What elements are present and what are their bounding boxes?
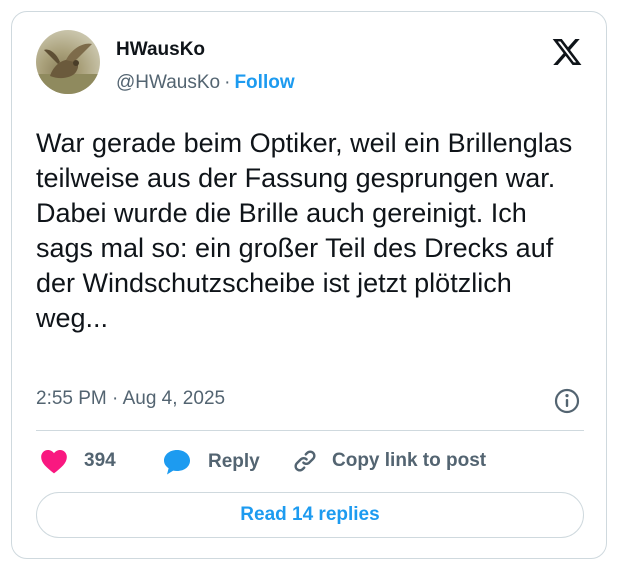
x-logo-icon[interactable]: [551, 36, 583, 68]
author-name[interactable]: HWausKo: [116, 39, 205, 61]
avatar[interactable]: [36, 30, 100, 94]
copy-link-button[interactable]: Copy link to post: [292, 448, 486, 474]
read-replies-label: Read 14 replies: [240, 504, 380, 525]
heart-icon: [40, 448, 68, 474]
avatar-bird-image: [36, 43, 100, 94]
speech-bubble-icon: [162, 448, 192, 476]
divider: [36, 430, 584, 431]
info-icon[interactable]: [553, 387, 581, 415]
link-icon: [292, 448, 318, 474]
tweet-text: War gerade beim Optiker, weil ein Brille…: [36, 128, 573, 333]
tweet-card: HWausKo @HWausKo · Follow War gerade beim …: [11, 11, 607, 559]
like-button[interactable]: 394: [40, 448, 116, 474]
follow-button[interactable]: Follow: [234, 72, 294, 93]
reply-label: Reply: [208, 451, 260, 472]
tweet-timestamp[interactable]: 2:55 PM · Aug 4, 2025: [36, 388, 225, 410]
separator-dot: ·: [224, 72, 231, 93]
like-count: 394: [84, 450, 116, 471]
read-replies-button[interactable]: Read 14 replies: [36, 492, 584, 538]
author-handle-row: @HWausKo · Follow: [116, 72, 295, 94]
author-handle[interactable]: @HWausKo: [116, 72, 220, 93]
copy-link-label: Copy link to post: [332, 450, 487, 471]
reply-button[interactable]: Reply: [162, 448, 260, 476]
